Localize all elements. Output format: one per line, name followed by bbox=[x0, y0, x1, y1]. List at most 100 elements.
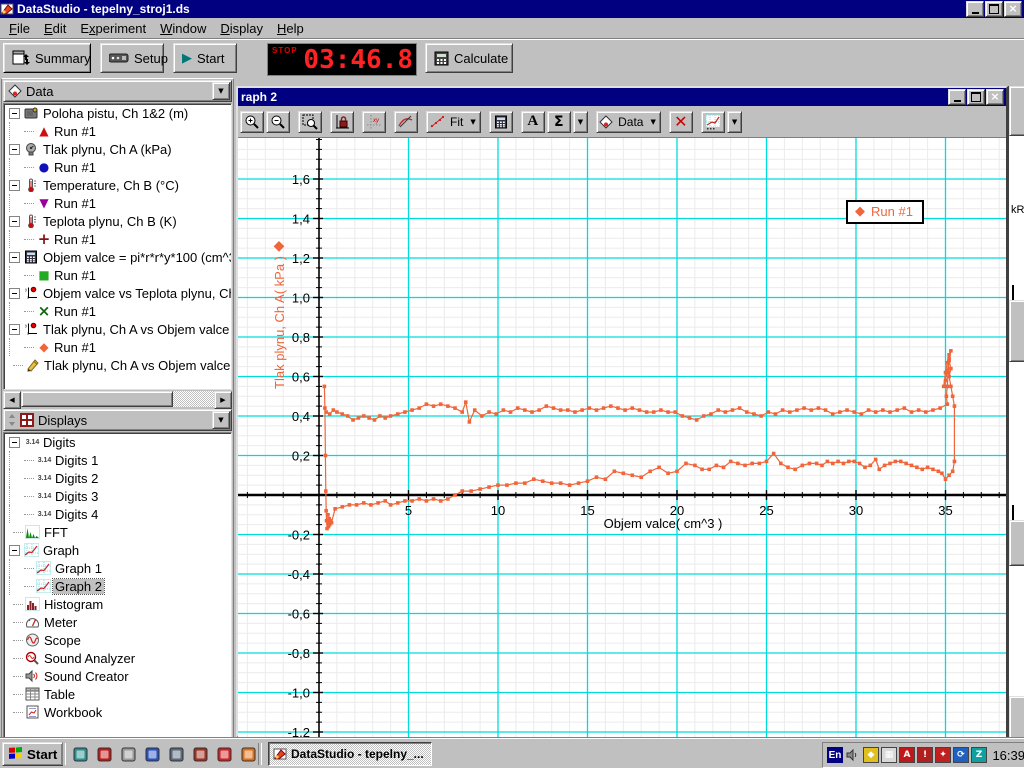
statistics-button[interactable]: Σ bbox=[547, 111, 571, 133]
data-tree-item[interactable]: ×Run #1 bbox=[4, 302, 231, 320]
paint-icon[interactable] bbox=[142, 745, 162, 763]
ati-icon[interactable]: A bbox=[899, 747, 915, 763]
remove-button[interactable]: ✕ bbox=[669, 111, 693, 133]
menu-edit[interactable]: Edit bbox=[37, 19, 73, 38]
displays-tree-item[interactable]: Graph bbox=[4, 541, 231, 559]
displays-tree-item[interactable]: Sound Creator bbox=[4, 667, 231, 685]
zoom-in-button[interactable] bbox=[240, 111, 264, 133]
calculator-icon[interactable] bbox=[166, 745, 186, 763]
menu-window[interactable]: Window bbox=[153, 19, 213, 38]
data-tree-item[interactable]: ●Run #1 bbox=[4, 158, 231, 176]
displays-tree-item[interactable]: FFT bbox=[4, 523, 231, 541]
dragon-icon[interactable] bbox=[190, 745, 210, 763]
data-tree-item[interactable]: ◆Run #1 bbox=[4, 338, 231, 356]
summary-button[interactable]: Summary bbox=[3, 43, 91, 73]
menu-experiment[interactable]: Experiment bbox=[73, 19, 153, 38]
displays-tree-item[interactable]: 3.14Digits 1 bbox=[4, 451, 231, 469]
notes-icon[interactable] bbox=[70, 745, 90, 763]
start-button[interactable]: ▶ Start bbox=[173, 43, 237, 73]
graph-settings-dropdown-arrow[interactable]: ▼ bbox=[727, 111, 742, 133]
expand-box[interactable] bbox=[9, 324, 20, 335]
expand-box[interactable] bbox=[9, 437, 20, 448]
flame-icon[interactable] bbox=[238, 745, 258, 763]
data-tree-item[interactable]: Temperature, Ch B (°C) bbox=[4, 176, 231, 194]
scroll-left-arrow[interactable]: ◀ bbox=[3, 391, 21, 409]
data-tree-item[interactable]: ▲Run #1 bbox=[4, 122, 231, 140]
displays-tree-item[interactable]: Graph 1 bbox=[4, 559, 231, 577]
volume-icon[interactable] bbox=[845, 747, 861, 763]
zoom-select-button[interactable] bbox=[298, 111, 322, 133]
data-tree-item[interactable]: yxTlak plynu, Ch A vs Objem valce bbox=[4, 320, 231, 338]
scheduler-icon[interactable]: ▦ bbox=[881, 747, 897, 763]
data-tree-item[interactable]: Tlak plynu, Ch A (kPa) bbox=[4, 140, 231, 158]
taskbar-task-datastudio[interactable]: DataStudio - tepelny_... bbox=[268, 742, 432, 766]
acrobat-icon[interactable] bbox=[94, 745, 114, 763]
data-tree-item[interactable]: Tlak plynu, Ch A vs Objem valce bbox=[4, 356, 231, 374]
data-tree-item[interactable]: Teplota plynu, Ch B (K) bbox=[4, 212, 231, 230]
displays-tree-item[interactable]: Sound Analyzer bbox=[4, 649, 231, 667]
displays-tree-item[interactable]: Scope bbox=[4, 631, 231, 649]
expand-box[interactable] bbox=[9, 545, 20, 556]
displays-panel-header[interactable]: Displays ▼ bbox=[3, 409, 232, 431]
data-dropdown-button[interactable]: ▼ bbox=[212, 82, 230, 100]
data-dropdown-button[interactable]: Data▼ bbox=[596, 111, 661, 133]
slope-tool-button[interactable] bbox=[394, 111, 418, 133]
data-tree-item[interactable]: Objem valce = pi*r*r*y*100 (cm^3) bbox=[4, 248, 231, 266]
expand-box[interactable] bbox=[9, 108, 20, 119]
scroll-thumb[interactable] bbox=[21, 391, 173, 407]
update-icon[interactable]: ⟳ bbox=[953, 747, 969, 763]
statistics-dropdown-arrow[interactable]: ▼ bbox=[573, 111, 588, 133]
displays-dropdown-button[interactable]: ▼ bbox=[212, 411, 230, 429]
displays-tree-item[interactable]: Meter bbox=[4, 613, 231, 631]
zoom-out-button[interactable] bbox=[266, 111, 290, 133]
scale-to-fit-button[interactable] bbox=[330, 111, 354, 133]
data-tree-item[interactable]: Poloha pistu, Ch 1&2 (m) bbox=[4, 104, 231, 122]
x-axis-label[interactable]: Objem valce( cm^3 ) bbox=[538, 516, 788, 531]
hotkey-icon[interactable]: ◆ bbox=[863, 747, 879, 763]
maximize-button[interactable] bbox=[985, 1, 1003, 17]
expand-box[interactable] bbox=[9, 288, 20, 299]
start-menu-button[interactable]: Start bbox=[2, 742, 63, 766]
data-tree-item[interactable]: ■Run #1 bbox=[4, 266, 231, 284]
graph-minimize-button[interactable] bbox=[948, 89, 966, 105]
data-tree-item[interactable]: yxObjem valce vs Teplota plynu, Ch bbox=[4, 284, 231, 302]
calculate-button[interactable] bbox=[489, 111, 513, 133]
menu-display[interactable]: Display bbox=[213, 19, 270, 38]
displays-tree-item[interactable]: 3.14Digits bbox=[4, 433, 231, 451]
fit-dropdown-button[interactable]: Fit▼ bbox=[426, 111, 481, 133]
data-panel-header[interactable]: Data ▼ bbox=[3, 80, 232, 102]
data-tree-hscrollbar[interactable]: ◀ ▶ bbox=[3, 391, 232, 407]
alert-agent-icon[interactable]: ! bbox=[917, 747, 933, 763]
displays-tree-item[interactable]: 3.14Digits 3 bbox=[4, 487, 231, 505]
opera-icon[interactable] bbox=[214, 745, 234, 763]
menu-help[interactable]: Help bbox=[270, 19, 311, 38]
displays-tree-item[interactable]: Graph 2 bbox=[4, 577, 231, 595]
data-tree-item[interactable]: ▼Run #1 bbox=[4, 194, 231, 212]
displays-tree-item[interactable]: Workbook bbox=[4, 703, 231, 721]
dialup-icon[interactable]: Z bbox=[971, 747, 987, 763]
expand-box[interactable] bbox=[9, 252, 20, 263]
text-annotation-button[interactable]: A bbox=[521, 111, 545, 133]
expand-box[interactable] bbox=[9, 180, 20, 191]
setup-button[interactable]: Setup bbox=[100, 43, 164, 73]
displays-tree-item[interactable]: Histogram bbox=[4, 595, 231, 613]
graph-titlebar[interactable]: raph 2 × bbox=[238, 88, 1006, 106]
keyboard-layout-indicator[interactable]: En bbox=[827, 747, 843, 763]
close-button[interactable]: × bbox=[1004, 1, 1022, 17]
calculate-button[interactable]: Calculate bbox=[425, 43, 513, 73]
plot-area[interactable]: 51015202530351,61,41,21,00,80,60,40,2-0,… bbox=[238, 138, 1006, 742]
antivirus-icon[interactable]: ✦ bbox=[935, 747, 951, 763]
graph-maximize-button[interactable] bbox=[967, 89, 985, 105]
bird-icon[interactable] bbox=[118, 745, 138, 763]
displays-tree-item[interactable]: 3.14Digits 2 bbox=[4, 469, 231, 487]
displays-tree-item[interactable]: 3.14Digits 4 bbox=[4, 505, 231, 523]
graph-close-button[interactable]: × bbox=[986, 89, 1004, 105]
y-axis-label[interactable]: ◆ Tlak plynu, Ch A( kPa ) bbox=[268, 238, 290, 392]
graph-settings-button[interactable] bbox=[701, 111, 725, 133]
menu-file[interactable]: File bbox=[2, 19, 37, 38]
minimize-button[interactable] bbox=[966, 1, 984, 17]
smart-tool-button[interactable]: xy bbox=[362, 111, 386, 133]
expand-box[interactable] bbox=[9, 144, 20, 155]
data-tree-item[interactable]: +Run #1 bbox=[4, 230, 231, 248]
scroll-right-arrow[interactable]: ▶ bbox=[214, 391, 232, 409]
